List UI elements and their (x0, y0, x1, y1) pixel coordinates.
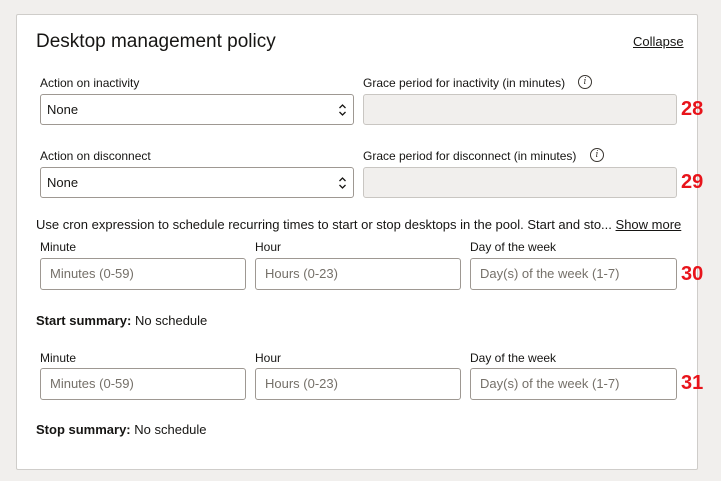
start-minute-label: Minute (40, 240, 77, 254)
action-on-disconnect-select[interactable]: None (40, 167, 354, 198)
grace-period-disconnect-input[interactable] (363, 167, 677, 198)
action-on-inactivity-select[interactable]: None (40, 94, 354, 125)
annotation-marker: 30 (681, 263, 704, 285)
start-hour-input[interactable]: Hours (0-23) (255, 258, 461, 290)
start-day-input[interactable]: Day(s) of the week (1-7) (470, 258, 677, 290)
start-minute-input[interactable]: Minutes (0-59) (40, 258, 246, 290)
start-summary: Start summary: No schedule (36, 313, 207, 328)
info-icon[interactable]: i (578, 75, 592, 89)
chevron-up-down-icon (339, 177, 346, 189)
stop-minute-input[interactable]: Minutes (0-59) (40, 368, 246, 400)
collapse-link[interactable]: Collapse (633, 34, 684, 49)
annotation-marker: 28 (681, 98, 704, 120)
action-on-inactivity-label: Action on inactivity (40, 76, 140, 90)
grace-period-inactivity-label: Grace period for inactivity (in minutes) (363, 76, 566, 90)
annotation-marker: 29 (681, 171, 704, 193)
panel-title: Desktop management policy (36, 31, 276, 52)
cron-description-text: Use cron expression to schedule recurrin… (36, 217, 612, 232)
stop-hour-input[interactable]: Hours (0-23) (255, 368, 461, 400)
show-more-link[interactable]: Show more (616, 217, 682, 232)
chevron-up-down-icon (339, 104, 346, 116)
annotation-marker: 31 (681, 372, 704, 394)
start-summary-label: Start summary: (36, 313, 132, 328)
start-summary-value: No schedule (135, 313, 208, 328)
start-hour-label: Hour (255, 240, 282, 254)
stop-hour-label: Hour (255, 351, 282, 365)
grace-period-disconnect-label: Grace period for disconnect (in minutes) (363, 149, 577, 163)
stop-summary-value: No schedule (134, 422, 207, 437)
stop-summary-label: Stop summary: (36, 422, 131, 437)
stop-summary: Stop summary: No schedule (36, 422, 207, 437)
stop-minute-label: Minute (40, 351, 77, 365)
desktop-management-policy-panel: Desktop management policy Collapse Actio… (16, 14, 698, 470)
grace-period-inactivity-input[interactable] (363, 94, 677, 125)
start-day-label: Day of the week (470, 240, 557, 254)
action-on-disconnect-value: None (47, 175, 79, 190)
info-icon[interactable]: i (590, 148, 604, 162)
stop-day-input[interactable]: Day(s) of the week (1-7) (470, 368, 677, 400)
action-on-inactivity-value: None (47, 102, 79, 117)
action-on-disconnect-label: Action on disconnect (40, 149, 151, 163)
stop-day-label: Day of the week (470, 351, 557, 365)
cron-description: Use cron expression to schedule recurrin… (36, 217, 681, 232)
